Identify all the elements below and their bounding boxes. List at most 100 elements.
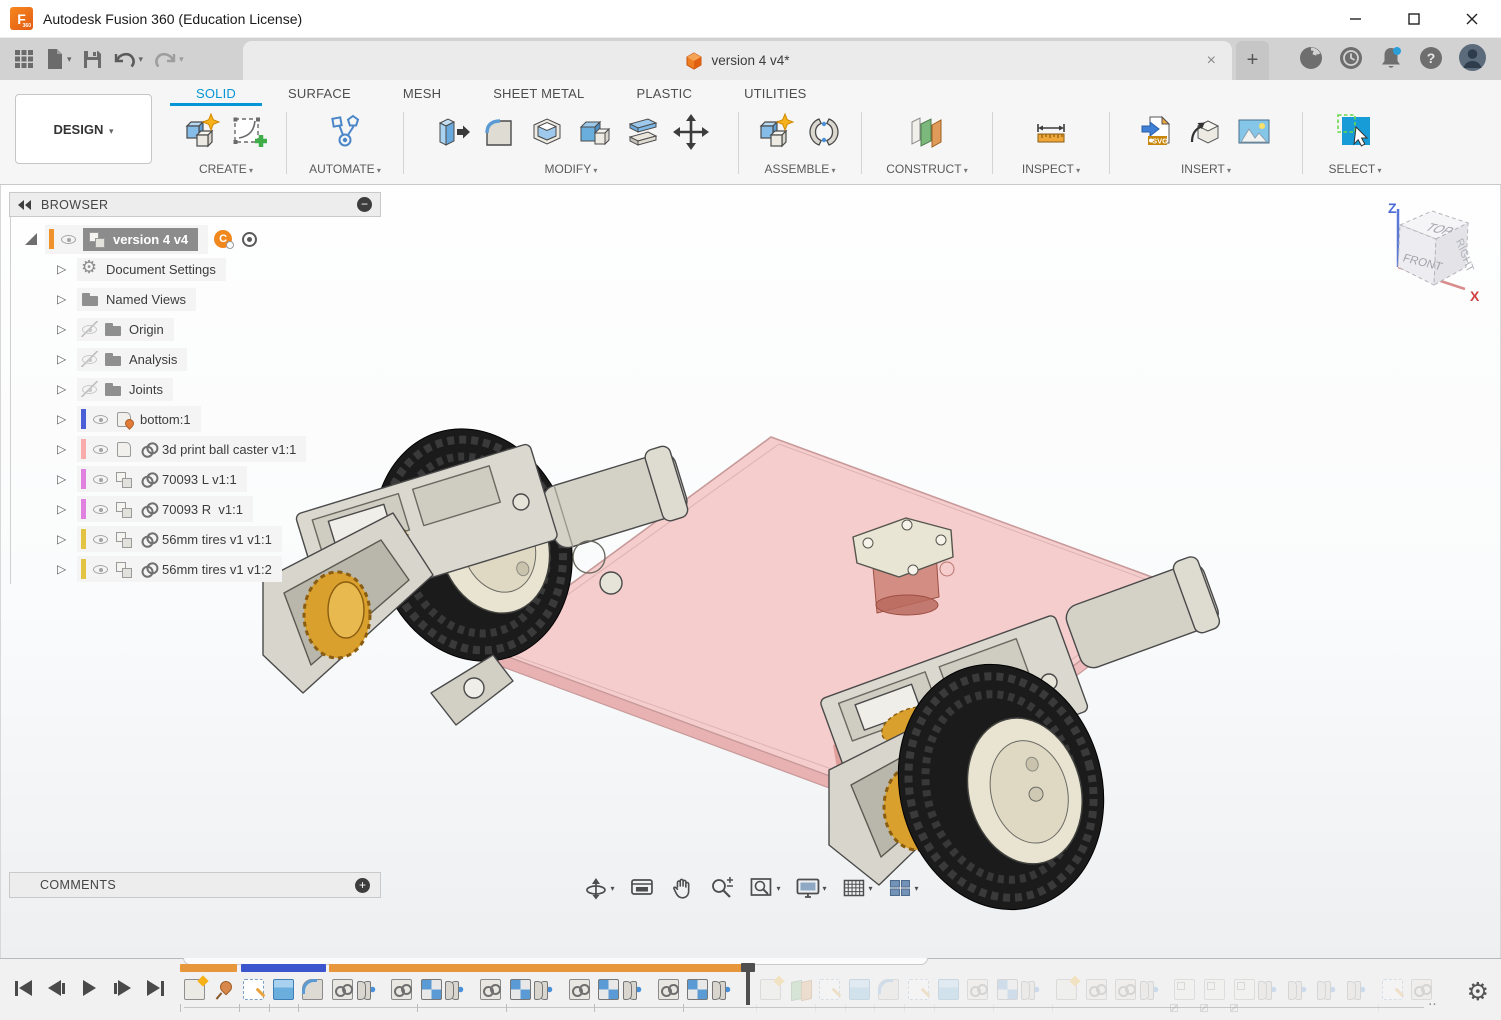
visibility-off-icon[interactable] bbox=[81, 321, 98, 337]
timeline-feature-component[interactable] bbox=[184, 979, 205, 1000]
browser-minimize-icon[interactable]: − bbox=[357, 197, 372, 212]
tree-row[interactable]: ▷70093 R v1:1 bbox=[11, 494, 381, 524]
design-workspace-button[interactable]: DESIGN ▾ bbox=[15, 94, 152, 164]
dropdown-caret-icon[interactable]: ▾ bbox=[915, 884, 919, 893]
add-comment-icon[interactable]: + bbox=[355, 878, 370, 893]
timeline-feature-sketch[interactable] bbox=[1382, 979, 1403, 1000]
tree-row[interactable]: ▷56mm tires v1 v1:1 bbox=[11, 524, 381, 554]
dropdown-caret-icon[interactable]: ▾ bbox=[610, 884, 614, 893]
tree-row[interactable]: ▷Document Settings bbox=[11, 254, 381, 284]
create-sketch-button[interactable] bbox=[228, 109, 272, 155]
fillet-button[interactable] bbox=[477, 109, 521, 155]
timeline-group-bar[interactable] bbox=[329, 964, 746, 972]
app-grid-icon[interactable] bbox=[10, 45, 38, 73]
visibility-icon[interactable] bbox=[60, 231, 77, 247]
file-menu-button[interactable]: ▾ bbox=[42, 45, 75, 73]
joint-button[interactable] bbox=[802, 109, 846, 155]
timeline-feature-move[interactable] bbox=[1174, 979, 1195, 1000]
expand-arrow-icon[interactable]: ▷ bbox=[57, 382, 77, 396]
timeline-feature-extrude[interactable] bbox=[273, 979, 294, 1000]
save-button[interactable] bbox=[79, 46, 106, 73]
timeline-feature-link[interactable] bbox=[391, 979, 412, 1000]
assemble-group-label[interactable]: ASSEMBLE bbox=[765, 162, 836, 176]
timeline-feature-sketch[interactable] bbox=[908, 979, 929, 1000]
timeline-feature-rigid[interactable] bbox=[598, 979, 619, 1000]
expand-arrow-icon[interactable] bbox=[25, 233, 37, 245]
expand-arrow-icon[interactable]: ▷ bbox=[57, 262, 77, 276]
comments-bar[interactable]: COMMENTS + bbox=[9, 872, 381, 898]
timeline-feature-extrude[interactable] bbox=[938, 979, 959, 1000]
tree-row[interactable]: ▷70093 L v1:1 bbox=[11, 464, 381, 494]
timeline-feature-joint[interactable] bbox=[717, 979, 738, 1000]
timeline-group-bar[interactable] bbox=[241, 964, 326, 972]
timeline-feature-rigid[interactable] bbox=[421, 979, 442, 1000]
file-caret-icon[interactable]: ▾ bbox=[67, 54, 72, 65]
collapse-panel-icon[interactable] bbox=[18, 200, 31, 210]
tab-surface[interactable]: SURFACE bbox=[262, 82, 377, 106]
tab-mesh[interactable]: MESH bbox=[377, 82, 467, 106]
automate-button[interactable] bbox=[323, 109, 367, 155]
visibility-icon[interactable] bbox=[92, 441, 109, 457]
timeline-feature-joint[interactable] bbox=[1026, 979, 1047, 1000]
construct-group-label[interactable]: CONSTRUCT bbox=[886, 162, 968, 176]
fit-button[interactable]: ▾ bbox=[746, 874, 782, 902]
tree-row[interactable]: ▷bottom:1 bbox=[11, 404, 381, 434]
tab-utilities[interactable]: UTILITIES bbox=[718, 82, 832, 106]
select-button[interactable] bbox=[1333, 109, 1377, 155]
expand-arrow-icon[interactable]: ▷ bbox=[57, 442, 77, 456]
automate-group-label[interactable]: AUTOMATE bbox=[309, 162, 381, 176]
expand-arrow-icon[interactable]: ▷ bbox=[57, 532, 77, 546]
timeline-feature-sketch[interactable] bbox=[819, 979, 840, 1000]
modify-group-label[interactable]: MODIFY bbox=[545, 162, 598, 176]
redo-caret-icon[interactable]: ▾ bbox=[179, 54, 184, 65]
create-group-label[interactable]: CREATE bbox=[199, 162, 253, 176]
timeline-feature-joint[interactable] bbox=[1322, 979, 1343, 1000]
timeline-feature-joint[interactable] bbox=[1352, 979, 1373, 1000]
timeline-feature-plane[interactable] bbox=[790, 979, 811, 1000]
expand-arrow-icon[interactable]: ▷ bbox=[57, 322, 77, 336]
measure-button[interactable] bbox=[1029, 109, 1073, 155]
timeline-feature-rigid[interactable] bbox=[997, 979, 1018, 1000]
timeline-feature-joint[interactable] bbox=[362, 979, 383, 1000]
undo-caret-icon[interactable]: ▾ bbox=[139, 54, 144, 65]
selected-item[interactable]: version 4 v4 bbox=[83, 228, 198, 251]
undo-button[interactable]: ▾ bbox=[110, 46, 147, 72]
timeline-feature-fillet[interactable] bbox=[302, 979, 323, 1000]
split-body-button[interactable] bbox=[621, 109, 665, 155]
redo-button[interactable]: ▾ bbox=[150, 46, 187, 72]
timeline-playhead[interactable] bbox=[746, 965, 750, 1005]
close-tab-icon[interactable]: × bbox=[1201, 52, 1222, 70]
visibility-off-icon[interactable] bbox=[81, 381, 98, 397]
move-copy-button[interactable] bbox=[669, 109, 713, 155]
browser-header[interactable]: BROWSER − bbox=[9, 192, 381, 217]
construct-plane-button[interactable] bbox=[905, 109, 949, 155]
extensions-icon[interactable] bbox=[1298, 45, 1324, 74]
tree-row[interactable]: ▷Analysis bbox=[11, 344, 381, 374]
press-pull-button[interactable] bbox=[429, 109, 473, 155]
timeline-feature-joint[interactable] bbox=[1263, 979, 1284, 1000]
minimize-button[interactable] bbox=[1327, 0, 1385, 38]
visibility-icon[interactable] bbox=[92, 471, 109, 487]
skip-end-button[interactable] bbox=[142, 975, 169, 1001]
timeline-feature-joint[interactable] bbox=[1293, 979, 1314, 1000]
timeline-feature-sketch[interactable] bbox=[243, 979, 264, 1000]
pan-button[interactable] bbox=[666, 874, 696, 902]
dropdown-caret-icon[interactable]: ▾ bbox=[822, 884, 826, 893]
timeline-feature-link[interactable] bbox=[1086, 979, 1107, 1000]
timeline-feature-link[interactable] bbox=[569, 979, 590, 1000]
combine-button[interactable] bbox=[573, 109, 617, 155]
dropdown-caret-icon[interactable]: ▾ bbox=[776, 884, 780, 893]
notifications-icon[interactable] bbox=[1378, 45, 1404, 74]
sync-status-badge[interactable]: C bbox=[214, 230, 232, 248]
insert-derive-button[interactable] bbox=[1184, 109, 1228, 155]
grid-button[interactable]: ▾ bbox=[839, 874, 875, 902]
dropdown-caret-icon[interactable]: ▾ bbox=[869, 884, 873, 893]
timeline-feature-move[interactable] bbox=[1234, 979, 1255, 1000]
timeline-feature-component[interactable] bbox=[1056, 979, 1077, 1000]
close-button[interactable] bbox=[1443, 0, 1501, 38]
expand-arrow-icon[interactable]: ▷ bbox=[57, 502, 77, 516]
insert-group-label[interactable]: INSERT bbox=[1181, 162, 1231, 176]
expand-arrow-icon[interactable]: ▷ bbox=[57, 352, 77, 366]
timeline-group-bar[interactable] bbox=[180, 964, 237, 972]
timeline-feature-component[interactable] bbox=[760, 979, 781, 1000]
